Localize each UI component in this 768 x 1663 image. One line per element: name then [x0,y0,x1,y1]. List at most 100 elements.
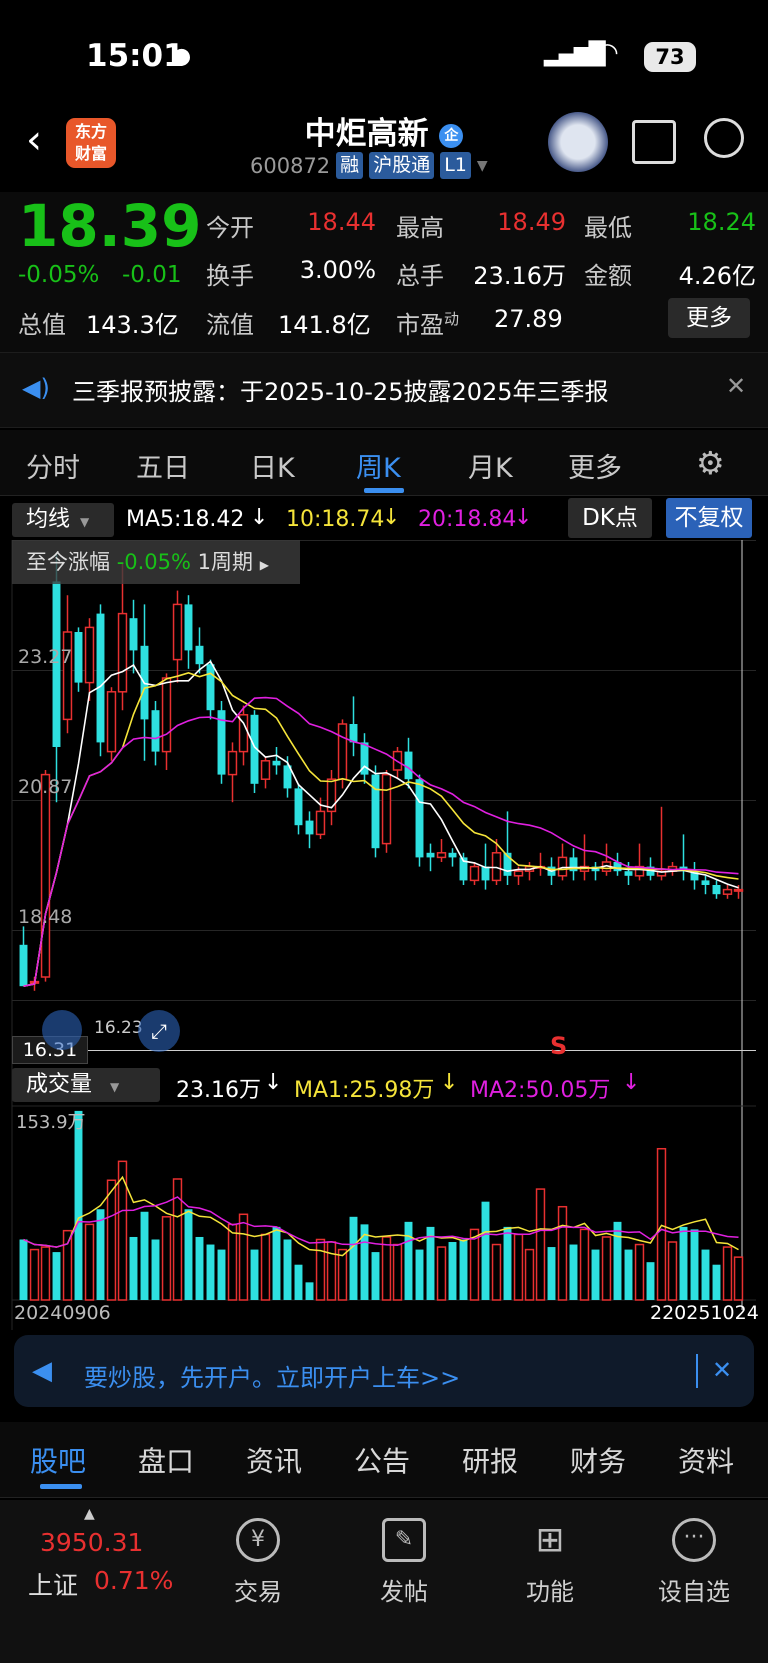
candle-body [151,710,160,752]
tag-margin: 融 [336,152,364,179]
volume-bar [52,1252,61,1300]
share-icon[interactable] [632,120,676,164]
person-icon: ● [172,44,192,69]
volume-bar [337,1248,348,1301]
tab-weekly-k[interactable]: 周K [356,446,401,485]
no-adjust-button[interactable]: 不复权 [666,498,752,538]
more-dots-icon[interactable]: ··· [672,1518,716,1562]
nav-functions[interactable]: 功能 [500,1572,600,1607]
volume-bar [459,1239,468,1300]
volume-bar [84,1223,95,1301]
volume-bar [260,1233,271,1301]
vma2-label: MA2:50.05万 [470,1078,611,1103]
pe-value: 27.89 [494,305,563,333]
candle-body [337,723,348,780]
volume-bar [690,1229,699,1300]
volume-bar [195,1236,204,1300]
y-label-3: 18.48 [18,906,73,928]
volume-bar [448,1242,457,1300]
tab-daily-k[interactable]: 日K [250,446,295,485]
expand-icon[interactable]: ⤢ [138,1010,180,1052]
tab-orderbook[interactable]: 盘口 [138,1440,194,1480]
volume-bar [733,1256,744,1301]
candle-body [294,788,303,826]
candle-body [161,677,172,753]
candle-body [469,865,480,882]
caret-up-icon: ▲ [84,1506,95,1522]
sell-signal-mark: S [550,1032,568,1060]
candle-body [172,603,183,661]
trade-yen-icon[interactable]: ¥ [236,1518,280,1562]
low-price-label: 16.23 [94,1018,143,1038]
nav-trade[interactable]: 交易 [208,1572,308,1607]
post-edit-icon[interactable]: ✎ [382,1518,426,1562]
tab-news[interactable]: 资讯 [246,1440,302,1480]
settings-gear-icon[interactable]: ⚙ [696,444,725,482]
candle-body [491,852,502,882]
volume-bar [392,1243,403,1301]
float-cap-label: 流值 [206,311,254,339]
tab-five-day[interactable]: 五日 [136,446,190,485]
candle-body [106,691,117,753]
banner-divider [696,1354,698,1388]
volume-bar [184,1209,193,1300]
volume-bar [40,1246,51,1301]
tab-more[interactable]: 更多 [568,446,622,485]
candle-body [84,626,95,684]
vma1-label: MA1:25.98万 [294,1078,435,1103]
volume-bar [238,1213,249,1301]
quote-label: 金额 [584,262,632,290]
ma20-line [23,696,739,987]
volume-bar [151,1239,160,1300]
close-icon[interactable]: ✕ [726,372,746,400]
volume-bar [272,1226,281,1300]
candle-body [701,880,710,885]
volume-bar [547,1247,556,1300]
tab-forum[interactable]: 股吧 [30,1440,86,1480]
signal-icon: ▂▄▆█ [544,42,606,67]
tab-announcements[interactable]: 公告 [354,1440,410,1480]
dk-point-button[interactable]: DK点 [568,498,652,538]
ma10-line [23,672,739,987]
candle-body [381,773,392,845]
index-value[interactable]: 3950.31 [40,1528,143,1557]
volume-bar [667,1241,678,1301]
ma-selector[interactable]: 均线 ▼ [12,503,114,537]
nav-add-watchlist[interactable]: 设自选 [644,1572,744,1607]
banner-text[interactable]: 要炒股，先开户。立即开户上车>> [84,1358,460,1393]
volume-selector[interactable]: 成交量 ▼ [12,1068,160,1102]
date-start: 20240906 [14,1302,111,1324]
tab-profile[interactable]: 资料 [678,1440,734,1480]
volume-bar [624,1249,633,1300]
down-arrow-icon: ↓ [250,505,269,530]
close-icon[interactable]: ✕ [712,1356,732,1384]
stock-code: 600872 [250,153,331,178]
volume-bar [349,1216,358,1300]
grid-apps-icon[interactable]: ⊞ [528,1518,572,1562]
tab-intraday[interactable]: 分时 [26,446,80,485]
tab-research[interactable]: 研报 [462,1440,518,1480]
tab-monthly-k[interactable]: 月K [468,446,513,485]
collapse-icon[interactable] [42,1010,82,1050]
quote-value: 18.44 [307,208,376,236]
volume-bar [513,1233,524,1301]
volume-bar [557,1205,568,1301]
quote-value: 3.00% [299,256,376,284]
kline-chart[interactable] [0,540,768,1330]
search-icon[interactable] [704,118,744,158]
assistant-avatar-icon[interactable] [548,112,608,172]
nav-post[interactable]: 发帖 [354,1572,454,1607]
candle-body [624,871,633,876]
active-tab-indicator [40,1484,82,1489]
volume-label: 23.16万 [176,1078,261,1103]
down-arrow-icon: ↓ [622,1070,641,1095]
volume-bar [326,1241,337,1301]
volume-bar [524,1248,535,1301]
tab-financials[interactable]: 财务 [570,1440,626,1480]
quote-label: 总手 [396,262,444,290]
candle-body [40,773,51,978]
range-change-box[interactable]: 至今涨幅 -0.05% 1周期 ▶ [12,540,300,584]
more-button[interactable]: 更多 [668,298,750,338]
quote-label: 今开 [206,214,254,242]
volume-bar [19,1239,28,1300]
